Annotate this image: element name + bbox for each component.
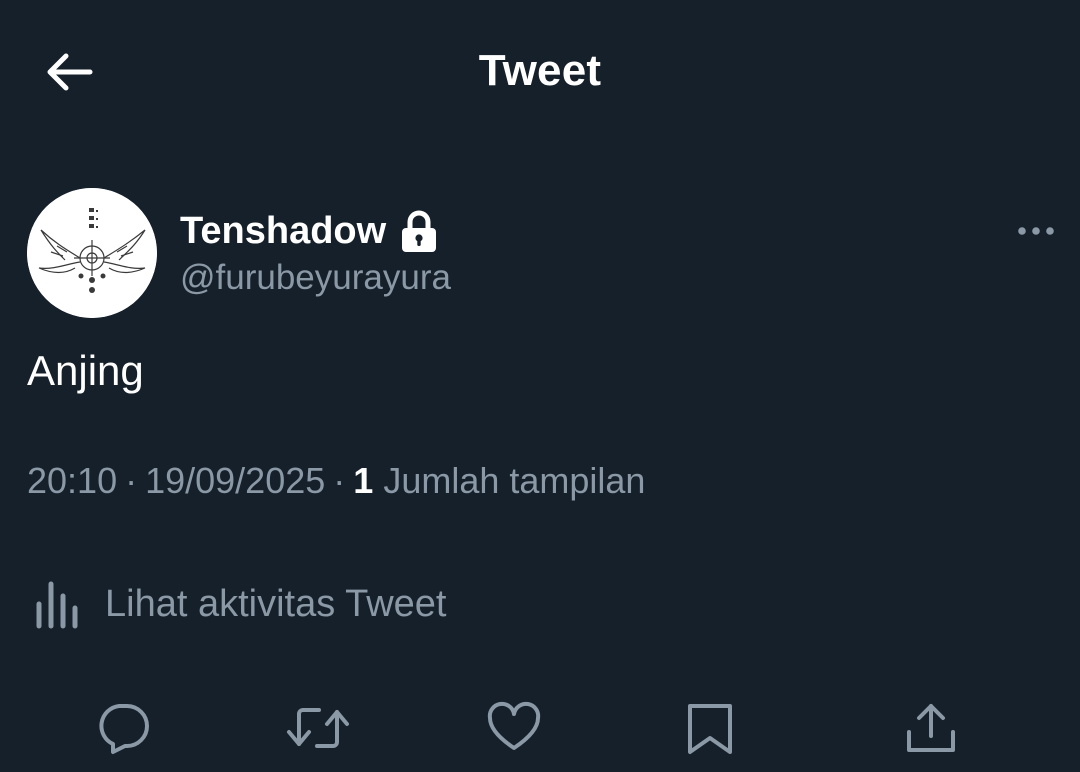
more-horizontal-icon (1018, 227, 1054, 235)
share-button[interactable] (896, 690, 966, 766)
view-tweet-activity-link[interactable]: Lihat aktivitas Tweet (27, 574, 446, 634)
retweet-icon (287, 708, 349, 748)
bar-chart-icon (36, 581, 78, 629)
share-icon (907, 704, 955, 752)
bookmark-icon (688, 704, 732, 754)
reply-button[interactable] (88, 690, 158, 766)
reply-icon (99, 704, 149, 754)
top-bar: Tweet (0, 0, 1080, 144)
like-button[interactable] (479, 690, 549, 766)
tweet-date[interactable]: 19/09/2025 (145, 460, 325, 501)
more-options-button[interactable] (1010, 214, 1062, 248)
views-label: Jumlah tampilan (383, 460, 646, 501)
heart-icon (487, 701, 541, 750)
bookmark-button[interactable] (675, 690, 745, 766)
display-name[interactable]: Tenshadow (180, 210, 386, 253)
tweet-meta: 20:10 · 19/09/2025 · 1 Jumlah tampilan (27, 460, 645, 502)
author-name-row: Tenshadow (180, 206, 438, 256)
avatar[interactable] (27, 188, 157, 318)
retweet-button[interactable] (283, 690, 353, 766)
user-handle[interactable]: @furubeyurayura (180, 258, 451, 298)
tweet-text: Anjing (27, 347, 144, 394)
separator: · (125, 460, 138, 501)
separator: · (333, 460, 346, 501)
avatar-emblem-icon (27, 188, 157, 318)
tweet-action-bar (0, 690, 1080, 766)
view-count: 1 (353, 460, 374, 501)
activity-label: Lihat aktivitas Tweet (105, 582, 447, 625)
page-title: Tweet (478, 46, 602, 95)
tweet-time[interactable]: 20:10 (27, 460, 117, 501)
lock-icon (400, 209, 438, 253)
